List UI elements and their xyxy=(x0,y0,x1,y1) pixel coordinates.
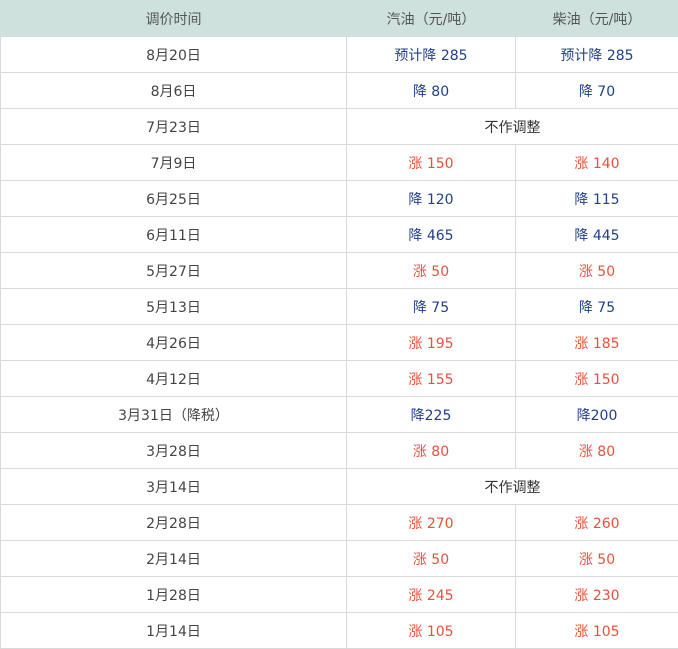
table-row: 7月9日涨 150涨 140 xyxy=(1,145,678,181)
table-row: 2月28日涨 270涨 260 xyxy=(1,505,678,541)
table-row: 8月6日降 80降 70 xyxy=(1,73,678,109)
table-row: 6月25日降 120降 115 xyxy=(1,181,678,217)
date-cell: 3月31日（降税） xyxy=(1,397,347,433)
diesel-change-cell: 涨 105 xyxy=(516,613,678,649)
diesel-change-cell: 涨 260 xyxy=(516,505,678,541)
date-cell: 1月28日 xyxy=(1,577,347,613)
price-adjustment-table: 调价时间 汽油（元/吨） 柴油（元/吨） 8月20日预计降 285预计降 285… xyxy=(0,0,678,649)
diesel-change-cell: 降200 xyxy=(516,397,678,433)
gasoline-change-cell: 涨 105 xyxy=(347,613,516,649)
diesel-change-cell: 涨 50 xyxy=(516,253,678,289)
diesel-change-cell: 降 70 xyxy=(516,73,678,109)
table-row: 4月26日涨 195涨 185 xyxy=(1,325,678,361)
date-cell: 3月14日 xyxy=(1,469,347,505)
date-cell: 2月28日 xyxy=(1,505,347,541)
table-row: 5月27日涨 50涨 50 xyxy=(1,253,678,289)
date-cell: 6月11日 xyxy=(1,217,347,253)
table-row: 7月23日不作调整 xyxy=(1,109,678,145)
header-row: 调价时间 汽油（元/吨） 柴油（元/吨） xyxy=(1,1,678,37)
gasoline-change-cell: 降 80 xyxy=(347,73,516,109)
header-gasoline: 汽油（元/吨） xyxy=(347,1,516,37)
diesel-change-cell: 降 115 xyxy=(516,181,678,217)
gasoline-change-cell: 涨 80 xyxy=(347,433,516,469)
diesel-change-cell: 涨 80 xyxy=(516,433,678,469)
table-row: 3月28日涨 80涨 80 xyxy=(1,433,678,469)
header-diesel: 柴油（元/吨） xyxy=(516,1,678,37)
date-cell: 2月14日 xyxy=(1,541,347,577)
table-row: 4月12日涨 155涨 150 xyxy=(1,361,678,397)
table-row: 8月20日预计降 285预计降 285 xyxy=(1,37,678,73)
gasoline-change-cell: 涨 50 xyxy=(347,541,516,577)
date-cell: 7月9日 xyxy=(1,145,347,181)
date-cell: 7月23日 xyxy=(1,109,347,145)
table-row: 2月14日涨 50涨 50 xyxy=(1,541,678,577)
table-row: 3月14日不作调整 xyxy=(1,469,678,505)
date-cell: 8月20日 xyxy=(1,37,347,73)
no-change-cell: 不作调整 xyxy=(347,109,678,145)
diesel-change-cell: 预计降 285 xyxy=(516,37,678,73)
date-cell: 5月13日 xyxy=(1,289,347,325)
gasoline-change-cell: 降 75 xyxy=(347,289,516,325)
gasoline-change-cell: 涨 270 xyxy=(347,505,516,541)
table-row: 5月13日降 75降 75 xyxy=(1,289,678,325)
gasoline-change-cell: 涨 150 xyxy=(347,145,516,181)
diesel-change-cell: 降 75 xyxy=(516,289,678,325)
table-row: 3月31日（降税）降225降200 xyxy=(1,397,678,433)
diesel-change-cell: 涨 140 xyxy=(516,145,678,181)
date-cell: 6月25日 xyxy=(1,181,347,217)
date-cell: 4月12日 xyxy=(1,361,347,397)
table-row: 1月28日涨 245涨 230 xyxy=(1,577,678,613)
diesel-change-cell: 涨 50 xyxy=(516,541,678,577)
date-cell: 4月26日 xyxy=(1,325,347,361)
diesel-change-cell: 涨 230 xyxy=(516,577,678,613)
no-change-cell: 不作调整 xyxy=(347,469,678,505)
header-date: 调价时间 xyxy=(1,1,347,37)
gasoline-change-cell: 涨 245 xyxy=(347,577,516,613)
gasoline-change-cell: 涨 155 xyxy=(347,361,516,397)
date-cell: 5月27日 xyxy=(1,253,347,289)
diesel-change-cell: 涨 185 xyxy=(516,325,678,361)
gasoline-change-cell: 涨 50 xyxy=(347,253,516,289)
diesel-change-cell: 涨 150 xyxy=(516,361,678,397)
date-cell: 1月14日 xyxy=(1,613,347,649)
date-cell: 8月6日 xyxy=(1,73,347,109)
table-body: 8月20日预计降 285预计降 2858月6日降 80降 707月23日不作调整… xyxy=(1,37,678,649)
gasoline-change-cell: 降 465 xyxy=(347,217,516,253)
gasoline-change-cell: 预计降 285 xyxy=(347,37,516,73)
gasoline-change-cell: 降 120 xyxy=(347,181,516,217)
diesel-change-cell: 降 445 xyxy=(516,217,678,253)
table-row: 1月14日涨 105涨 105 xyxy=(1,613,678,649)
gasoline-change-cell: 涨 195 xyxy=(347,325,516,361)
gasoline-change-cell: 降225 xyxy=(347,397,516,433)
table-row: 6月11日降 465降 445 xyxy=(1,217,678,253)
date-cell: 3月28日 xyxy=(1,433,347,469)
table-header: 调价时间 汽油（元/吨） 柴油（元/吨） xyxy=(1,1,678,37)
